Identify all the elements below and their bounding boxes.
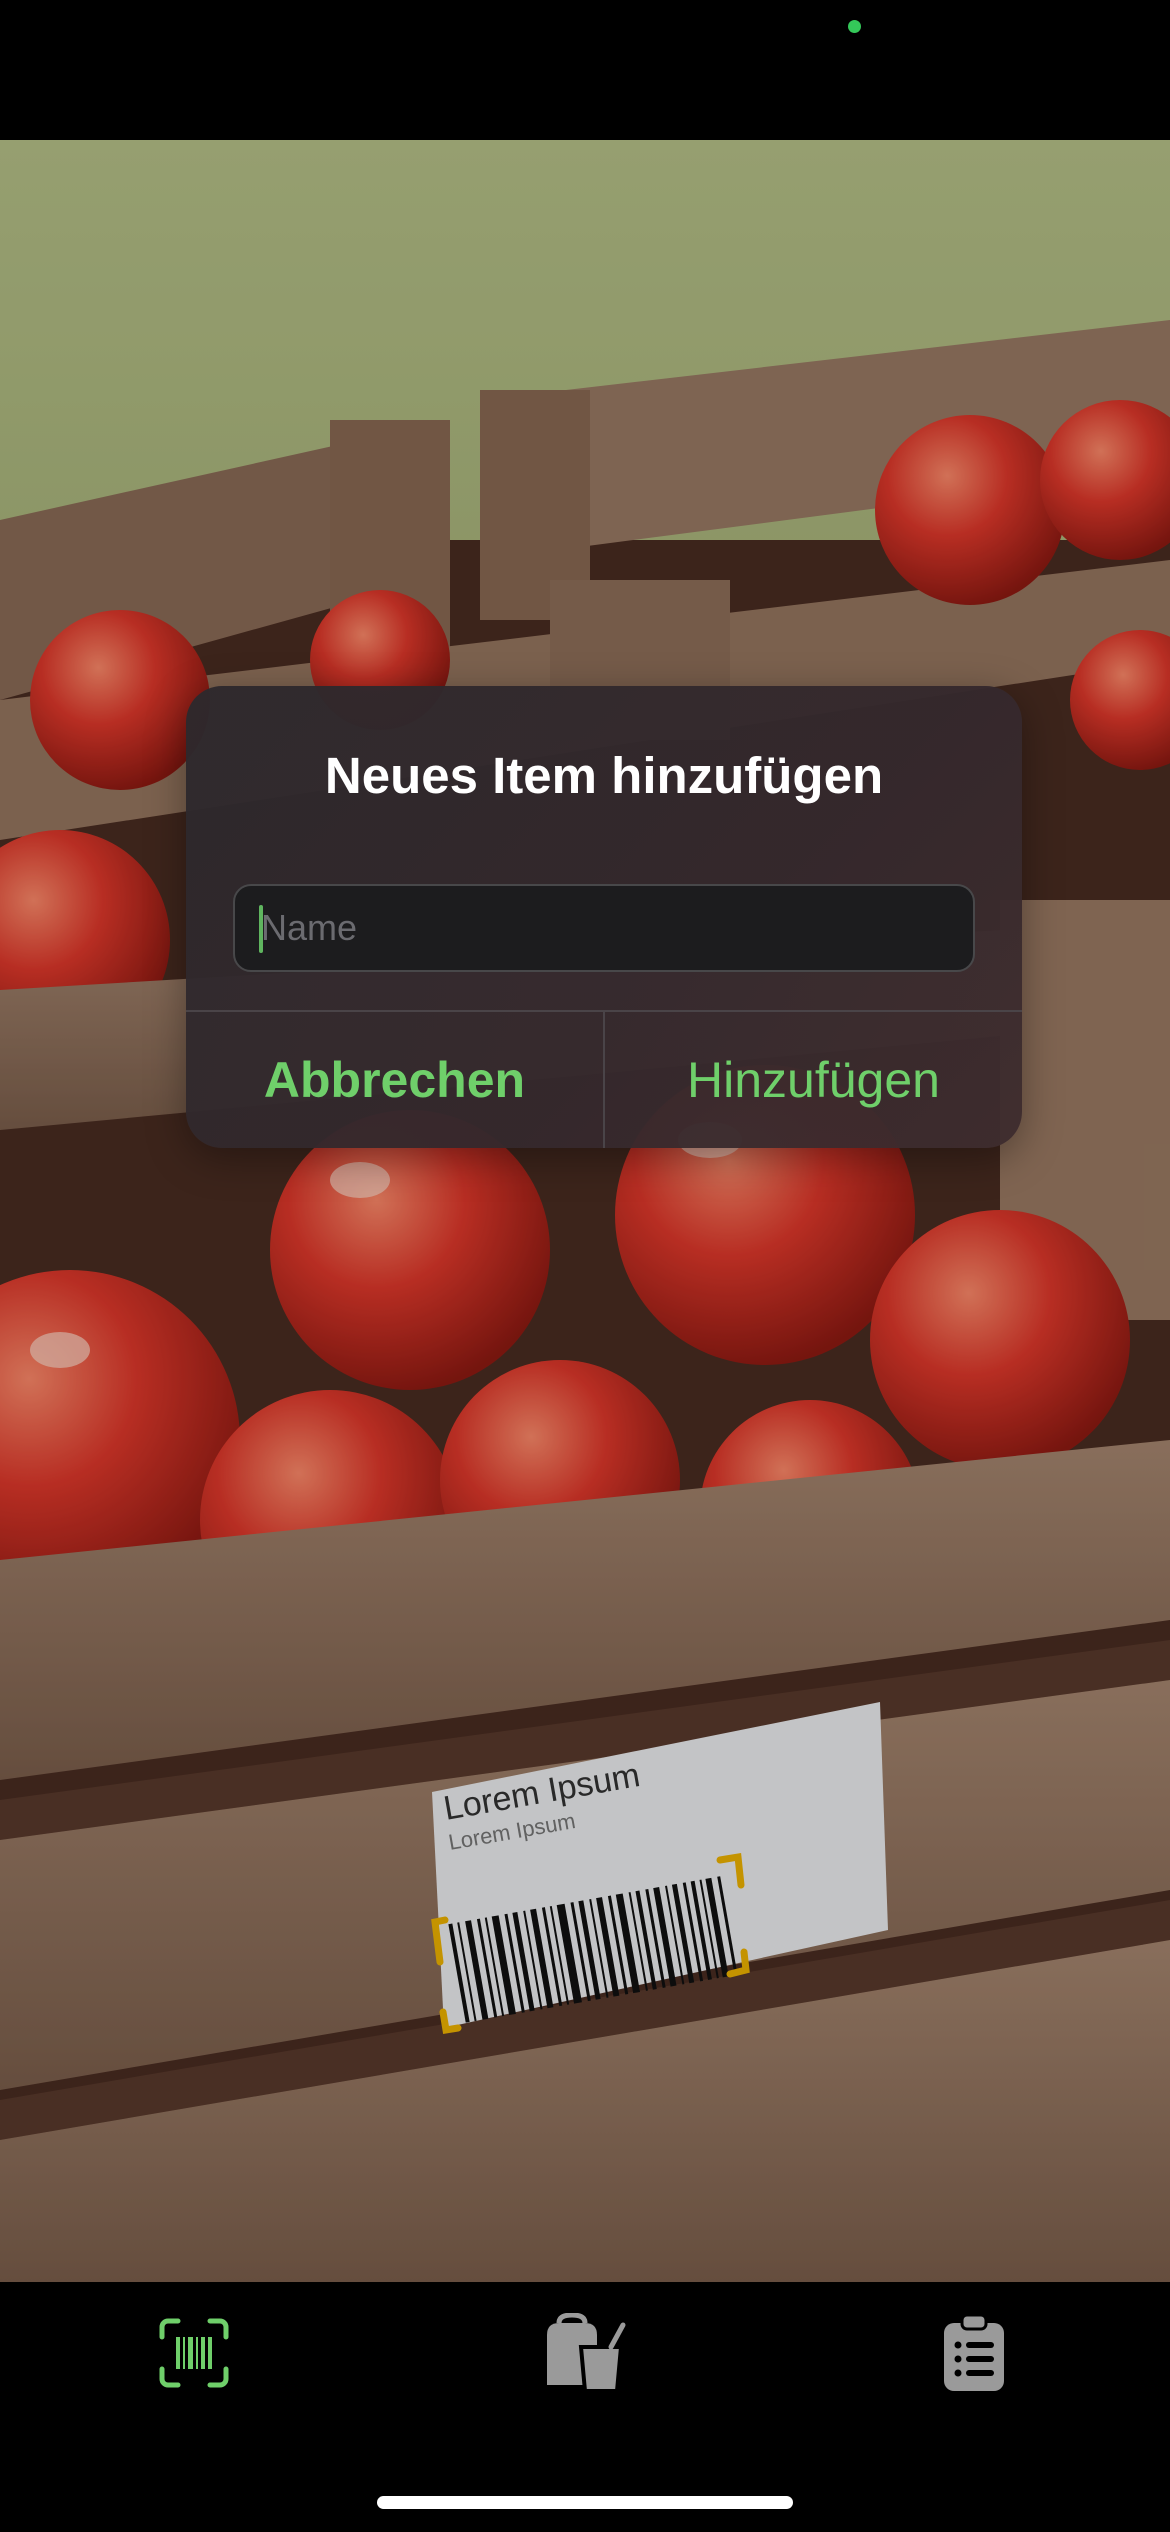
barcode-viewfinder-icon [159,2318,229,2388]
status-bar [0,0,1170,140]
tab-bar [0,2282,1170,2532]
tab-items[interactable] [524,2298,644,2408]
camera-in-use-indicator [848,20,861,33]
clipboard-list-icon [944,2313,1004,2391]
name-input[interactable] [235,886,973,970]
cancel-button[interactable]: Abbrechen [186,1012,603,1148]
tab-list[interactable] [914,2298,1034,2408]
add-item-dialog: Neues Item hinzufügen Abbrechen Hinzufüg… [186,686,1022,1148]
shopping-bags-icon [547,2313,626,2393]
modal-dim-overlay [0,140,1170,2282]
dialog-title: Neues Item hinzufügen [324,747,884,804]
tab-scanner[interactable] [134,2298,254,2408]
name-field[interactable] [233,884,975,972]
add-button[interactable]: Hinzufügen [605,1012,1022,1148]
home-indicator[interactable] [377,2496,793,2509]
